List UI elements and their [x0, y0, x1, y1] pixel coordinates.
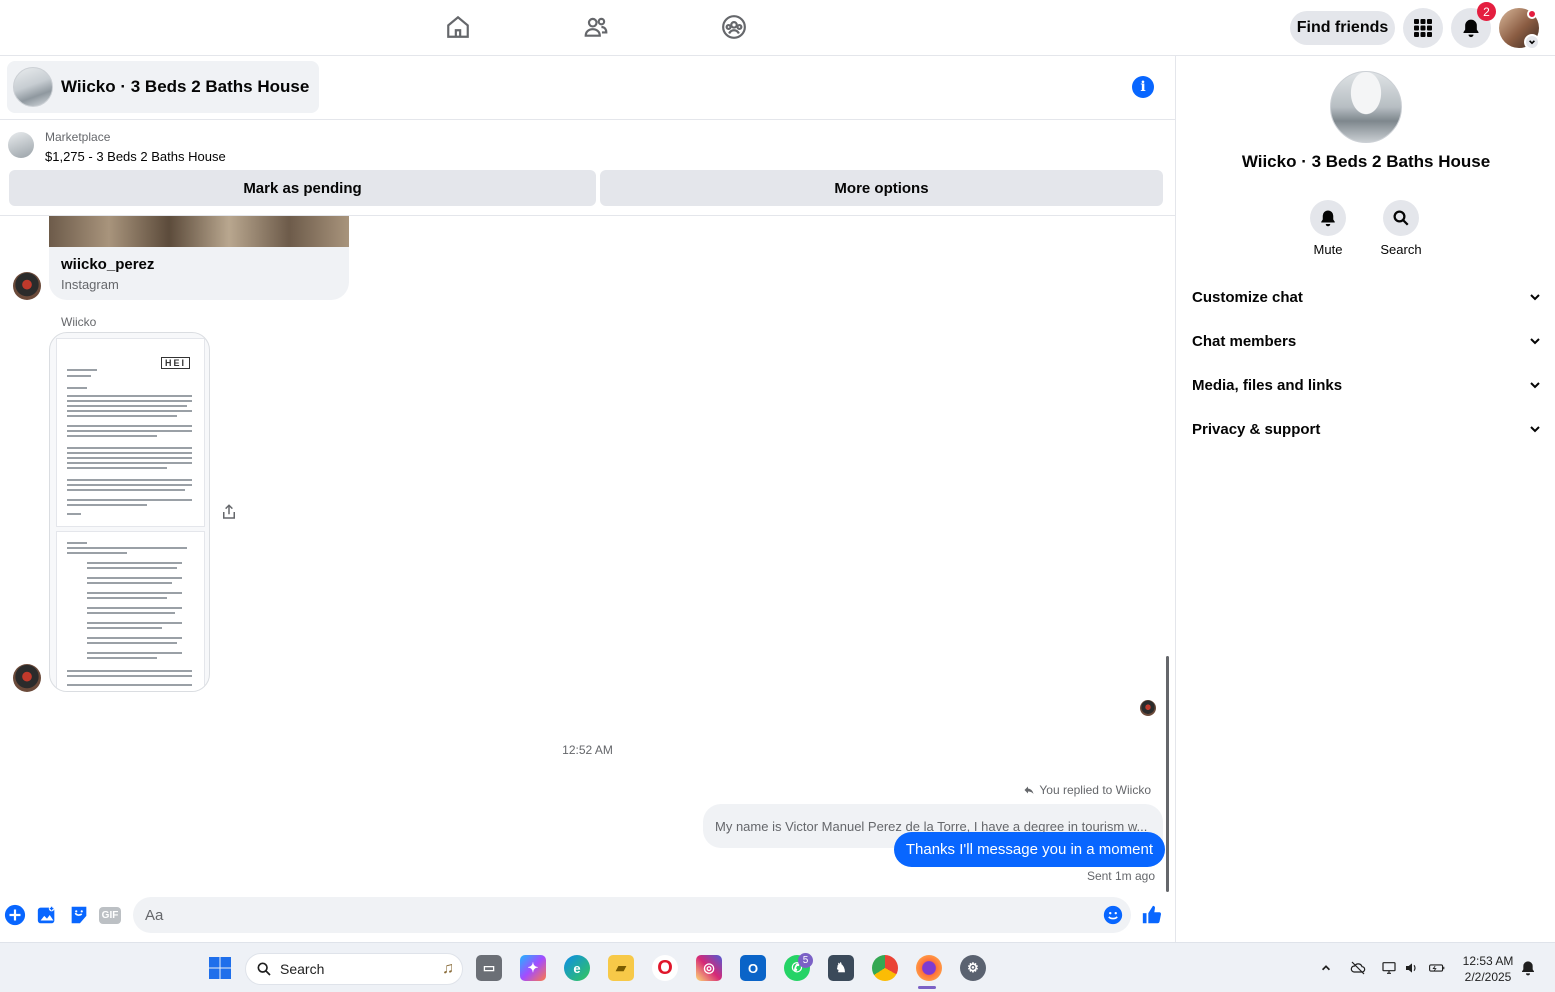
mute-button[interactable]: Mute [1298, 200, 1358, 257]
share-icon[interactable] [220, 503, 238, 521]
file-explorer-icon[interactable]: ▰ [608, 955, 634, 981]
thumbs-up-icon[interactable] [1141, 904, 1163, 926]
sender-name: Wiicko [61, 315, 97, 329]
message-list[interactable]: wiicko_perez Instagram Wiicko HEI 12:52 … [0, 216, 1175, 892]
clock-time: 12:53 AM [1462, 954, 1514, 968]
shared-account-source: Instagram [61, 277, 119, 292]
document-page-1: HEI [57, 339, 204, 526]
document-page-2 [57, 532, 204, 691]
seen-indicator-avatar [1140, 700, 1156, 716]
message-input[interactable] [133, 897, 1131, 933]
chat-details-panel: Wiicko · 3 Beds 2 Baths House Mute Searc… [1175, 56, 1555, 942]
shared-profile-card[interactable]: wiicko_perez Instagram [49, 216, 349, 300]
network-icon[interactable] [1381, 960, 1397, 976]
edge-icon[interactable]: e [564, 955, 590, 981]
sticker-icon[interactable] [68, 904, 90, 926]
photo-icon[interactable] [36, 904, 58, 926]
outlook-icon[interactable]: O [740, 955, 766, 981]
groups-icon[interactable] [719, 12, 749, 42]
replied-label: You replied to Wiicko [1023, 783, 1151, 797]
section-privacy-support[interactable]: Privacy & support [1192, 409, 1542, 449]
search-label: Search [1380, 242, 1422, 257]
notification-count-badge: 2 [1477, 2, 1496, 21]
taskbar-search-box[interactable]: Search ♫ [245, 953, 463, 985]
top-navigation-bar: Find friends 2 [0, 0, 1555, 56]
mute-label: Mute [1313, 242, 1343, 257]
section-customize-chat[interactable]: Customize chat [1192, 277, 1542, 317]
shared-card-image [49, 216, 349, 247]
find-friends-button[interactable]: Find friends [1290, 11, 1395, 45]
section-media-files-links[interactable]: Media, files and links [1192, 365, 1542, 405]
plus-icon[interactable] [4, 904, 26, 926]
chevron-down-icon [1530, 382, 1540, 389]
battery-icon[interactable] [1429, 960, 1445, 976]
sender-avatar[interactable] [13, 272, 41, 300]
chevron-down-icon [1530, 338, 1540, 345]
home-icon[interactable] [443, 12, 473, 42]
emoji-icon[interactable] [1102, 904, 1124, 926]
section-label: Privacy & support [1192, 420, 1321, 438]
settings-gear-icon[interactable]: ⚙ [960, 955, 986, 981]
task-view-icon[interactable]: ▭ [476, 955, 502, 981]
taskbar-clock[interactable]: 12:53 AM 2/2/2025 [1456, 953, 1520, 985]
marketplace-label: Marketplace [45, 130, 111, 144]
document-logo: HEI [160, 357, 190, 369]
chevron-down-icon [1530, 294, 1540, 301]
friends-icon[interactable] [581, 12, 611, 42]
chat-title: Wiicko · 3 Beds 2 Baths House [61, 77, 310, 96]
instagram-icon[interactable]: ◎ [696, 955, 722, 981]
chat-details-title: Wiicko · 3 Beds 2 Baths House [1241, 152, 1491, 171]
active-app-indicator [918, 986, 936, 989]
onedrive-icon[interactable] [1350, 960, 1366, 976]
whatsapp-badge: 5 [798, 953, 813, 968]
gif-icon[interactable]: GIF [98, 904, 122, 926]
section-label: Chat members [1192, 332, 1297, 350]
more-options-button[interactable]: More options [600, 170, 1163, 206]
gif-label: GIF [98, 906, 122, 924]
outgoing-message[interactable]: Thanks I'll message you in a moment [893, 832, 1165, 867]
chat-avatar[interactable] [1330, 71, 1402, 143]
windows-start-icon[interactable] [207, 955, 233, 981]
mark-as-pending-button[interactable]: Mark as pending [9, 170, 596, 206]
listing-thumbnail [8, 132, 34, 158]
opera-icon[interactable]: O [652, 955, 678, 981]
reply-icon [1024, 786, 1034, 794]
sender-avatar[interactable] [13, 664, 41, 692]
message-scrollbar[interactable] [1166, 656, 1169, 892]
chevron-down-icon[interactable] [1524, 34, 1540, 50]
windows-taskbar: Search ♫ ▭ ✦ e ▰ O ◎ O ✆ 5 ♞ ⚙ 12:53 AM … [0, 942, 1555, 992]
search-button[interactable]: Search [1371, 200, 1431, 257]
taskbar-search-label: Search [280, 961, 325, 977]
search-highlight-icon: ♫ [442, 960, 454, 977]
replied-label-text: You replied to Wiicko [1039, 783, 1151, 797]
chat-title-button[interactable]: Wiicko · 3 Beds 2 Baths House [7, 61, 320, 113]
chevron-down-icon [1530, 426, 1540, 433]
shared-account-name: wiicko_perez [61, 256, 155, 273]
volume-icon[interactable] [1404, 960, 1420, 976]
game-app-icon[interactable]: ♞ [828, 955, 854, 981]
profile-alert-dot [1527, 9, 1537, 19]
chat-thumbnail [13, 67, 53, 107]
chrome-icon[interactable] [872, 955, 898, 981]
search-icon [1383, 200, 1419, 236]
firefox-icon[interactable] [916, 955, 942, 981]
chat-header: Wiicko · 3 Beds 2 Baths House i [0, 56, 1175, 120]
search-icon [257, 962, 271, 976]
marketplace-bar: Marketplace $1,275 - 3 Beds 2 Baths Hous… [0, 120, 1175, 216]
info-icon[interactable]: i [1132, 76, 1154, 98]
chevron-up-icon[interactable] [1318, 960, 1334, 976]
document-image-attachment[interactable]: HEI [49, 332, 210, 692]
bell-icon [1310, 200, 1346, 236]
section-label: Customize chat [1192, 288, 1303, 306]
sent-status: Sent 1m ago [1086, 869, 1155, 883]
listing-title[interactable]: $1,275 - 3 Beds 2 Baths House [45, 149, 226, 164]
grid-menu-icon[interactable] [1403, 8, 1443, 48]
section-label: Media, files and links [1192, 376, 1343, 394]
notification-bell-icon[interactable] [1520, 960, 1536, 976]
message-composer: GIF [0, 892, 1175, 942]
copilot-icon[interactable]: ✦ [520, 955, 546, 981]
message-timestamp: 12:52 AM [562, 743, 613, 757]
clock-date: 2/2/2025 [1464, 970, 1512, 984]
section-chat-members[interactable]: Chat members [1192, 321, 1542, 361]
